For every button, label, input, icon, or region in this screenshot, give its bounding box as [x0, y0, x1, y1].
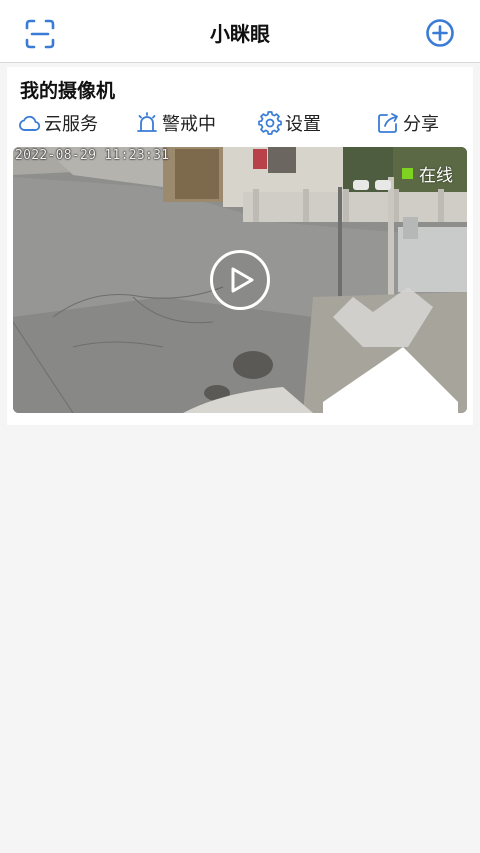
camera-card: 我的摄像机 云服务 警戒中 设置 分享 2022-08-29 11:23:31 …: [7, 67, 473, 425]
online-status: 在线: [402, 161, 453, 186]
gear-icon: [258, 111, 282, 135]
share-icon: [378, 113, 398, 133]
action-bar: 云服务 警戒中 设置 分享: [7, 107, 473, 141]
add-circle-icon[interactable]: [424, 17, 456, 49]
status-dot: [402, 168, 413, 179]
app-header: 小眯眼: [0, 0, 480, 63]
share-button[interactable]: 分享: [376, 107, 439, 139]
alarm-label: 警戒中: [162, 114, 216, 135]
camera-preview[interactable]: 2022-08-29 11:23:31 在线: [13, 147, 467, 413]
settings-button[interactable]: 设置: [258, 107, 321, 139]
cloud-service-label: 云服务: [44, 114, 98, 135]
camera-timestamp: 2022-08-29 11:23:31: [15, 148, 170, 163]
share-label: 分享: [403, 114, 439, 135]
status-label: 在线: [419, 166, 453, 186]
cloud-service-button[interactable]: 云服务: [17, 107, 98, 139]
page-title: 小眯眼: [210, 22, 270, 46]
play-icon[interactable]: [209, 249, 271, 311]
alarm-bell-icon: [137, 112, 157, 132]
section-title: 我的摄像机: [20, 80, 116, 102]
settings-label: 设置: [285, 114, 321, 135]
alarm-button[interactable]: 警戒中: [135, 107, 216, 139]
cloud-icon: [19, 115, 41, 131]
